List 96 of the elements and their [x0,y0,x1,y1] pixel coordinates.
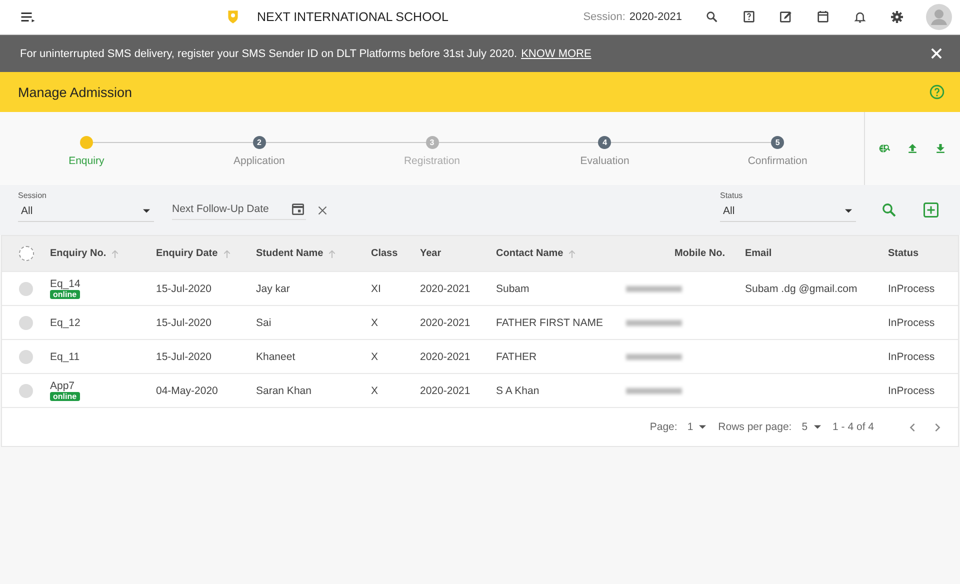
table-cell: Eq_14 [50,278,80,290]
rows-per-page-select[interactable]: 5 [802,421,821,433]
blurred-number [626,354,682,360]
table-cell: InProcess [888,384,935,396]
table-cell: 2020-2021 [420,282,470,294]
column-header[interactable]: Class [371,248,398,259]
step-label[interactable]: Confirmation [748,155,808,167]
column-header[interactable]: Mobile No. [674,248,725,259]
field-label: Status [720,190,744,200]
sort-arrow-icon[interactable] [111,250,120,258]
table-cell: Saran Khan [256,384,312,396]
table-cell: Sai [256,316,272,328]
table-cell: 15-Jul-2020 [156,282,212,294]
table-cell: App7 [50,380,75,392]
table-cell: InProcess [888,350,935,362]
dropdown-caret-icon [143,208,150,212]
table-cell: Eq_12 [50,316,80,328]
status-select[interactable]: All [720,202,856,222]
sort-arrow-icon[interactable] [222,250,231,258]
edit-icon[interactable] [778,9,794,25]
table-cell: 2020-2021 [420,316,470,328]
row-checkbox[interactable] [19,350,33,364]
session-select[interactable]: All [18,202,154,222]
table-cell: Subam .dg @gmail.com [745,282,858,294]
search-icon[interactable] [704,9,720,25]
avatar-icon[interactable] [926,4,952,30]
column-header[interactable]: Student Name [256,248,336,259]
blurred-number [626,320,682,326]
step-label[interactable]: Application [234,155,285,167]
table-cell: Khaneet [256,350,296,362]
column-header[interactable]: Status [888,248,919,259]
table-cell: FATHER [496,350,537,362]
school-name: NEXT INTERNATIONAL SCHOOL [257,10,448,24]
upload-icon[interactable] [906,142,919,155]
column-header[interactable]: Enquiry Date [156,248,231,259]
download-icon[interactable] [934,142,947,155]
add-icon[interactable] [922,201,940,219]
notice-text: For uninterrupted SMS delivery, register your SMS Sender ID on DLT Platforms before 31st July 2020. [20,48,518,60]
table-cell: XI [371,282,381,294]
clear-icon[interactable] [318,206,327,214]
page-range: 1 - 4 of 4 [832,421,874,433]
table-cell: InProcess [888,282,935,294]
field-label: Session [18,190,48,200]
previous-page-icon[interactable] [908,422,917,432]
table-cell: X [371,316,378,328]
step-label[interactable]: Enquiry [68,155,104,167]
know-more-link[interactable]: KNOW MORE [521,48,592,60]
dropdown-caret-icon [814,425,821,429]
step-label[interactable]: Evaluation [580,155,630,167]
session-label: Session: [583,11,626,23]
table-cell: X [371,384,378,396]
table-cell: Eq_11 [50,350,80,362]
globe-search-icon[interactable] [878,142,892,155]
step-circle[interactable]: 5 [771,136,784,149]
dropdown-caret-icon [845,208,852,212]
rows-per-page-label: Rows per page: [718,421,792,433]
table-cell: X [371,350,378,362]
table-cell: 15-Jul-2020 [156,316,212,328]
table-cell: InProcess [888,316,935,328]
column-header[interactable]: Contact Name [496,248,576,259]
sort-arrow-icon[interactable] [568,250,576,258]
shield-logo-icon [225,9,241,25]
table-cell: 2020-2021 [420,350,470,362]
dropdown-caret-icon [699,425,706,429]
row-checkbox[interactable] [19,282,33,296]
column-header[interactable]: Year [420,248,442,259]
settings-icon[interactable] [889,9,905,25]
session-value: 2020-2021 [629,11,682,23]
help-icon[interactable] [741,9,757,25]
column-header[interactable]: Enquiry No. [50,248,120,259]
close-icon[interactable] [931,48,942,59]
next-page-icon[interactable] [933,422,942,432]
blurred-number [626,388,682,394]
blurred-number [626,286,682,292]
step-circle[interactable]: 4 [598,136,612,149]
select-all-checkbox[interactable] [18,246,34,261]
row-checkbox[interactable] [19,384,33,398]
online-badge: online [50,392,80,401]
table-cell: S A Khan [496,384,540,396]
sort-arrow-icon[interactable] [328,250,336,258]
page-title: Manage Admission [18,84,132,100]
table-cell: 04-May-2020 [156,384,218,396]
online-badge: online [50,290,80,299]
row-checkbox[interactable] [19,316,33,330]
table-cell: FATHER FIRST NAME [496,316,603,328]
date-field[interactable]: Next Follow-Up Date [172,200,306,220]
step-circle[interactable]: 2 [252,136,266,149]
table-cell: 2020-2021 [420,384,470,396]
table-cell: 15-Jul-2020 [156,350,212,362]
page-label: Page: [650,421,678,433]
calendar-icon[interactable] [815,9,831,25]
table-cell: Subam [496,282,530,294]
table-cell: Jay kar [256,282,290,294]
page-select[interactable]: 1 [687,421,706,433]
calendar-icon[interactable] [290,200,306,216]
column-header[interactable]: Email [745,248,772,259]
